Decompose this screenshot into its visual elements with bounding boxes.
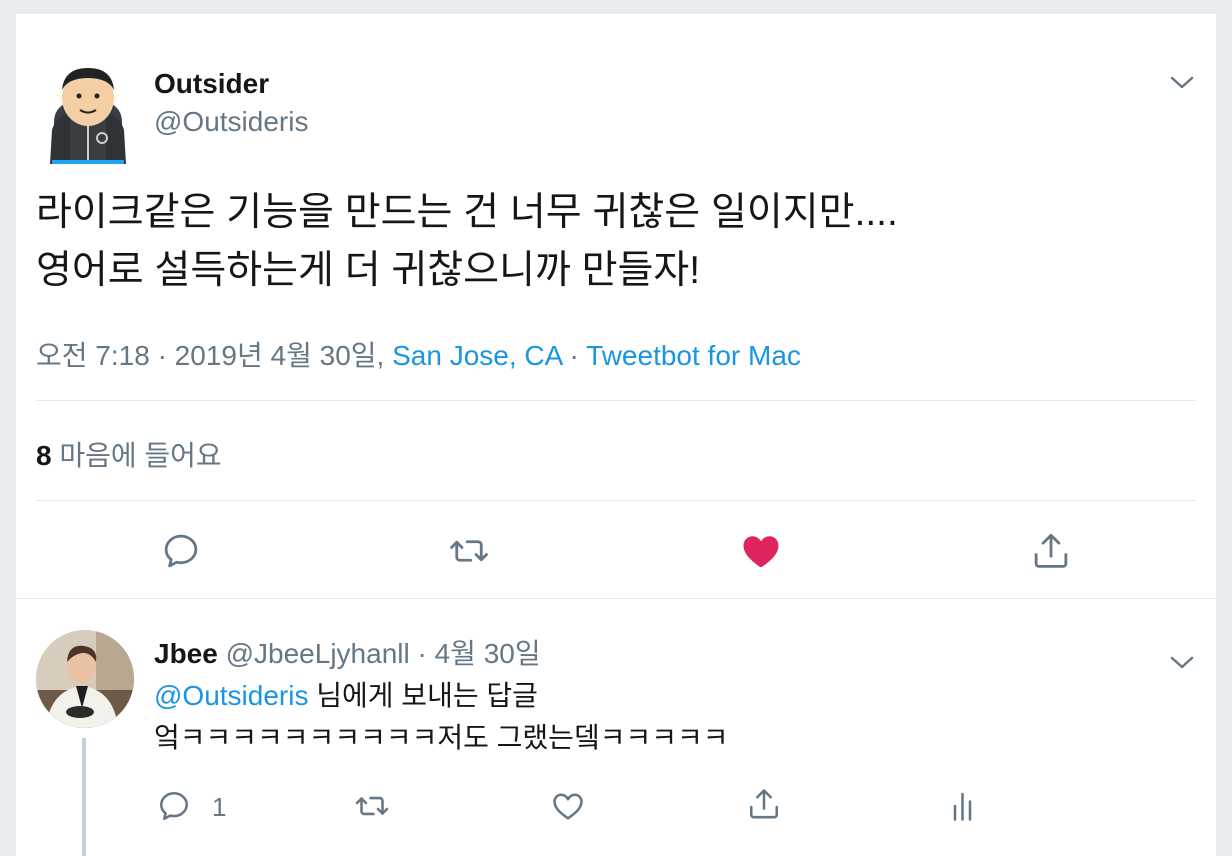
reply-icon[interactable] bbox=[156, 788, 192, 824]
share-icon[interactable] bbox=[746, 786, 782, 822]
divider bbox=[36, 400, 1196, 401]
share-icon[interactable] bbox=[1030, 530, 1072, 572]
avatar[interactable] bbox=[36, 630, 134, 728]
divider bbox=[36, 500, 1196, 501]
reply-count: 1 bbox=[212, 792, 227, 822]
tweet-text-line: 영어로 설득하는게 더 귀찮으니까 만들자! bbox=[36, 249, 701, 292]
thread-line bbox=[82, 738, 86, 856]
tweet-metadata: 오전 7:18 · 2019년 4월 30일, San Jose, CA · T… bbox=[36, 334, 801, 374]
location-link[interactable]: San Jose, CA bbox=[392, 340, 562, 371]
chevron-down-icon[interactable] bbox=[1168, 72, 1196, 92]
display-name[interactable]: Jbee bbox=[154, 638, 218, 669]
retweet-icon[interactable] bbox=[448, 530, 490, 572]
chevron-down-icon[interactable] bbox=[1168, 652, 1196, 672]
heart-filled-icon[interactable] bbox=[740, 530, 782, 572]
display-name[interactable]: Outsider bbox=[154, 68, 269, 100]
likes-label: 마음에 들어요 bbox=[51, 440, 222, 471]
retweet-icon[interactable] bbox=[354, 788, 390, 824]
reply-tweet[interactable]: Jbee @JbeeLjyhanll · 4월 30일 @Outsideris … bbox=[16, 600, 1216, 856]
likes-count: 8 bbox=[36, 440, 52, 471]
divider bbox=[16, 598, 1216, 599]
likes-stat[interactable]: 8 마음에 들어요 bbox=[36, 434, 222, 474]
user-handle[interactable]: @Outsideris bbox=[154, 106, 308, 138]
avatar[interactable] bbox=[48, 60, 128, 164]
tweet-detail-card: Outsider @Outsideris 라이크같은 기능을 만드는 건 너무 … bbox=[16, 14, 1216, 856]
reply-header: Jbee @JbeeLjyhanll · 4월 30일 bbox=[154, 632, 541, 672]
mention-link[interactable]: @Outsideris bbox=[154, 680, 308, 711]
heart-outline-icon[interactable] bbox=[550, 788, 586, 824]
analytics-icon[interactable] bbox=[946, 788, 982, 824]
tweet-text: 엌ㅋㅋㅋㅋㅋㅋㅋㅋㅋㅋ저도 그랬는뎈ㅋㅋㅋㅋㅋ bbox=[154, 722, 729, 753]
user-handle[interactable]: @JbeeLjyhanll bbox=[226, 638, 410, 669]
meta-separator: · bbox=[561, 340, 587, 371]
tweet-text: 라이크같은 기능을 만드는 건 너무 귀찮은 일이지만.... 영어로 설득하는… bbox=[36, 184, 1156, 300]
reply-icon[interactable] bbox=[160, 530, 202, 572]
main-tweet: Outsider @Outsideris 라이크같은 기능을 만드는 건 너무 … bbox=[16, 14, 1216, 598]
source-link[interactable]: Tweetbot for Mac bbox=[586, 340, 801, 371]
replying-to-label: 님에게 보내는 답글 bbox=[308, 680, 538, 711]
timestamp[interactable]: 오전 7:18 · 2019년 4월 30일, bbox=[36, 340, 392, 371]
reply-date[interactable]: · 4월 30일 bbox=[410, 638, 540, 669]
tweet-text-line: 라이크같은 기능을 만드는 건 너무 귀찮은 일이지만.... bbox=[36, 191, 898, 234]
replying-to: @Outsideris 님에게 보내는 답글 bbox=[154, 674, 538, 714]
